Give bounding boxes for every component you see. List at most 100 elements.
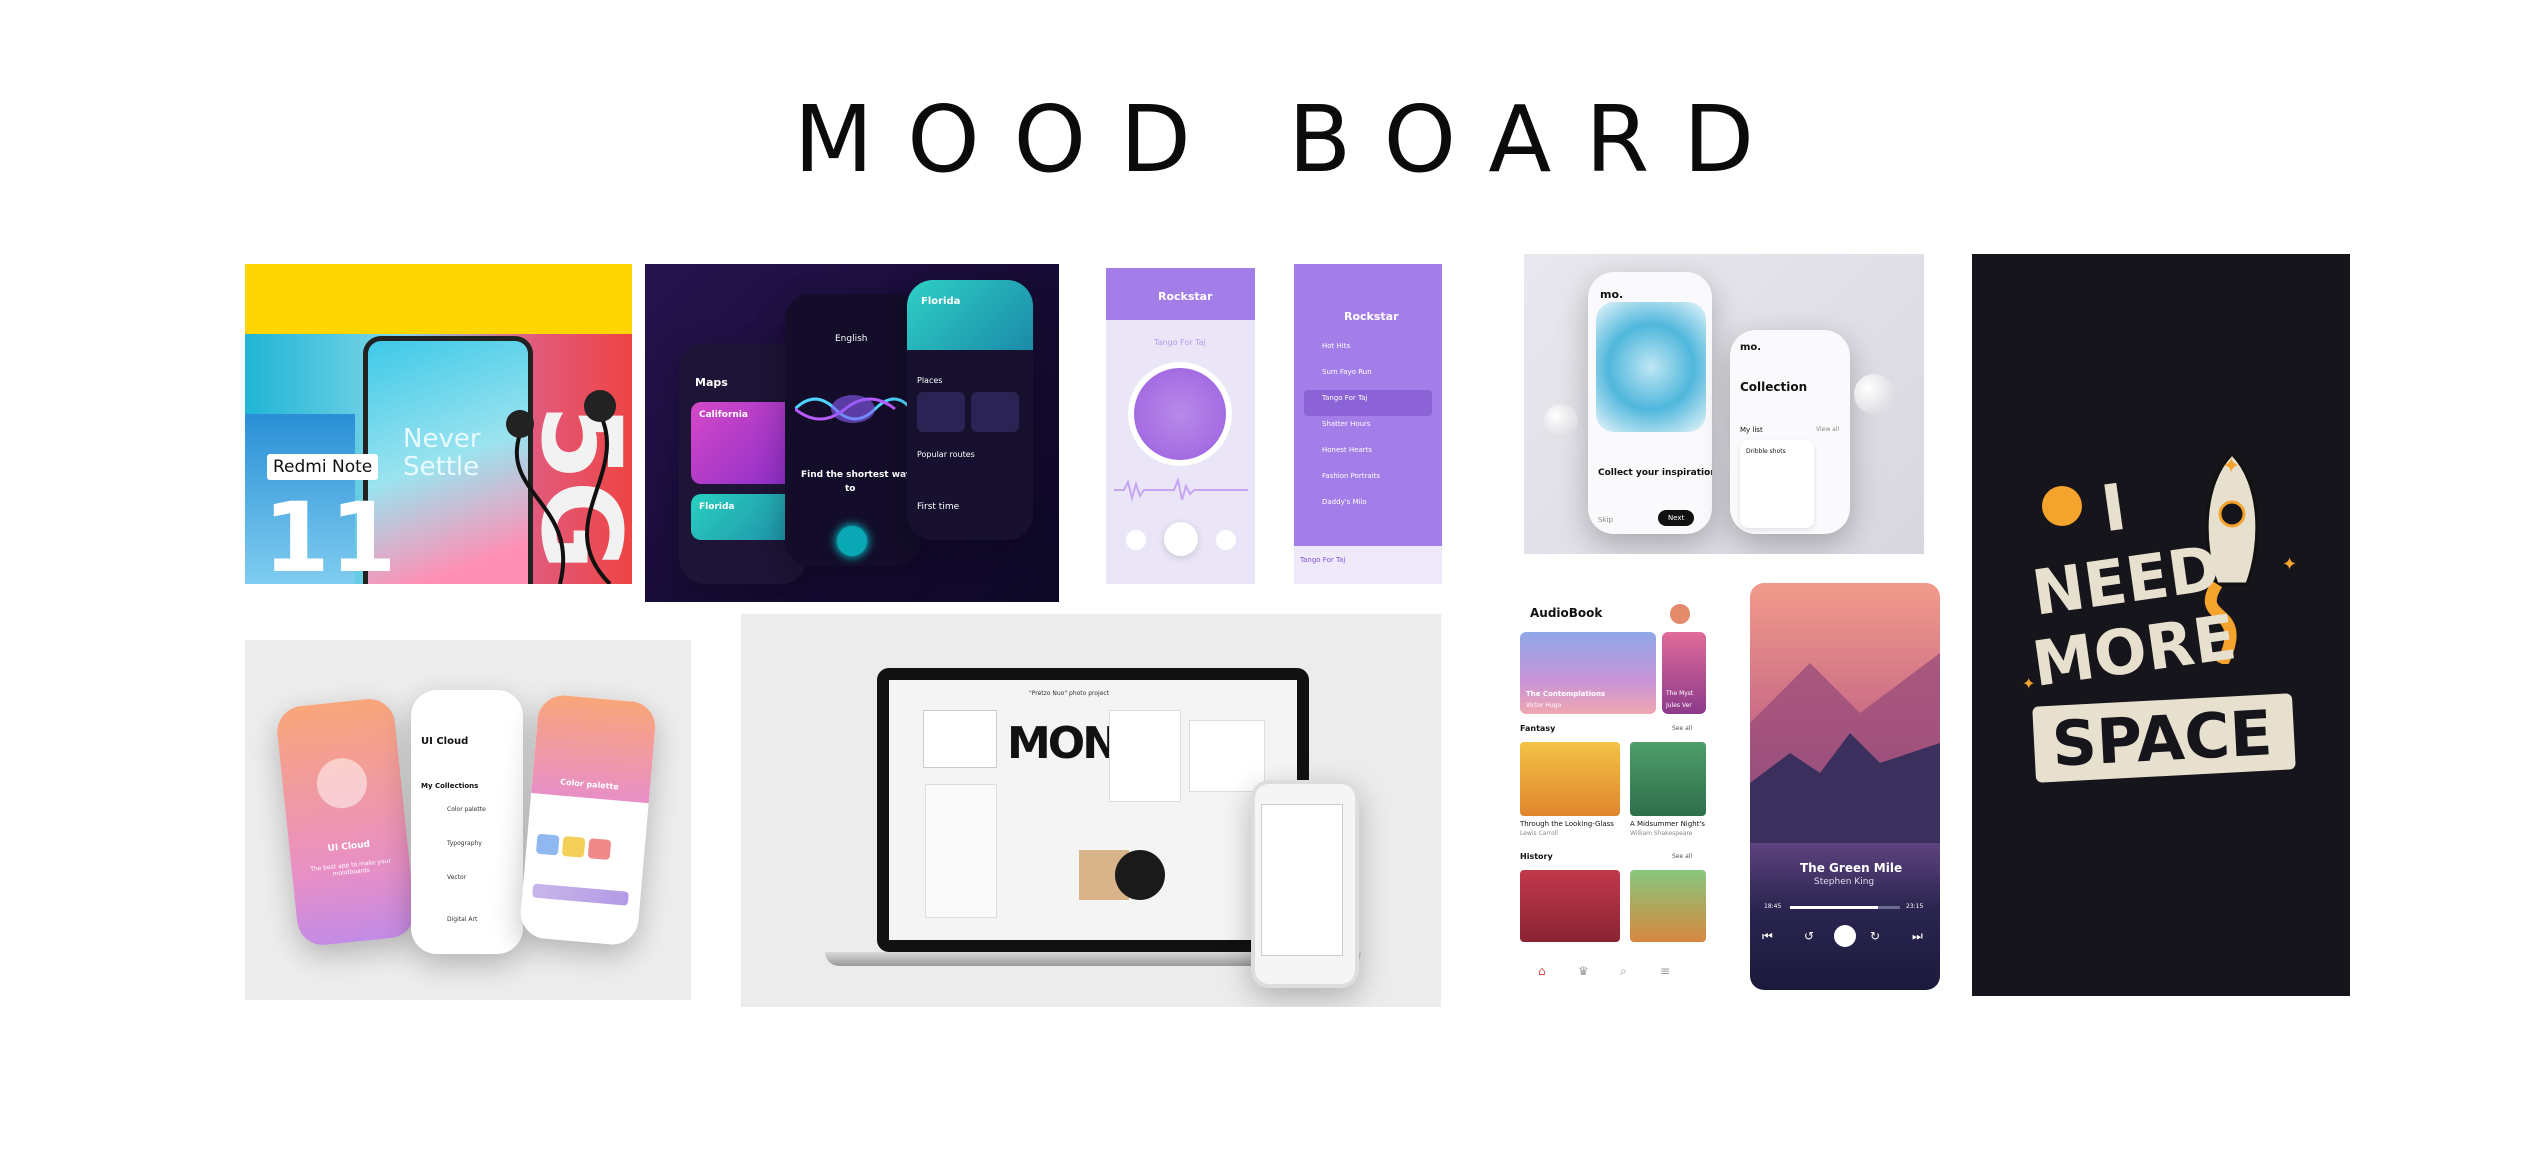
- skip-link[interactable]: Skip: [1598, 516, 1613, 524]
- onboarding-headline: Collect your inspiration: [1598, 468, 1712, 478]
- song-row[interactable]: Fashion Portraits: [1304, 468, 1432, 494]
- ui-cloud-splash: UI Cloud The best app to make your moodb…: [274, 696, 418, 948]
- avatar[interactable]: [1670, 604, 1690, 624]
- city-florida-1: Florida: [699, 502, 735, 512]
- prev-button[interactable]: [1126, 530, 1146, 550]
- featured-title-2: The Myst: [1666, 690, 1694, 697]
- song-row[interactable]: Honest Hearts: [1304, 442, 1432, 468]
- space-poster-tile: I NEED MORE SPACE ✦ ✦ ✦: [1972, 254, 2350, 996]
- star-icon: ✦: [2282, 554, 2298, 575]
- star-icon: ✦: [2222, 454, 2241, 479]
- mo-app-tile: mo. Collect your inspiration Skip Next m…: [1524, 254, 1924, 554]
- skip-forward-icon[interactable]: ⏭: [1912, 929, 1923, 944]
- mo-phone-collection: mo. Collection My list View all Dribble …: [1730, 330, 1850, 534]
- brand-label: Redmi Note: [267, 454, 379, 480]
- section-history: History: [1520, 852, 1553, 861]
- collection-item-2[interactable]: Typography: [447, 840, 482, 847]
- song-row[interactable]: Hot Hits: [1304, 338, 1432, 364]
- next-button[interactable]: Next: [1658, 510, 1695, 526]
- rewind-icon[interactable]: ↺: [1804, 929, 1814, 943]
- prompt-line-2: to: [845, 484, 856, 494]
- laptop-tile: "Pretzo Nuo" photo project MONK: [741, 614, 1441, 1007]
- rockstar-app-title: Rockstar: [1158, 290, 1213, 303]
- featured-author-2: Jules Ver: [1666, 702, 1692, 709]
- song-row[interactable]: Shatter Hours: [1304, 416, 1432, 442]
- audiobook-title: AudioBook: [1530, 606, 1603, 620]
- section-fantasy: Fantasy: [1520, 724, 1556, 733]
- poster-line-1: I: [2096, 470, 2131, 548]
- album-art: [1134, 368, 1226, 460]
- planet-icon: [2042, 486, 2082, 526]
- star-icon: ✦: [2022, 674, 2036, 693]
- song-row-active[interactable]: Tango For Taj: [1304, 390, 1432, 416]
- mini-player-track: Tango For Taj: [1300, 556, 1346, 564]
- progress-bar[interactable]: [1790, 906, 1900, 909]
- book-cover-1[interactable]: [1520, 742, 1620, 816]
- forward-icon[interactable]: ↻: [1870, 929, 1880, 943]
- list-title: Rockstar: [1344, 310, 1399, 323]
- poster-line-4: SPACE: [2050, 696, 2275, 781]
- book-title-1: Through the Looking-Glass: [1520, 820, 1614, 828]
- places-label: Places: [917, 376, 943, 385]
- book-author-1: Lewis Carroll: [1520, 830, 1559, 837]
- maps-phone-center: English Find the shortest way to: [785, 294, 921, 566]
- phone-mockup: [1251, 780, 1359, 988]
- next-button[interactable]: [1216, 530, 1236, 550]
- song-row[interactable]: Daddy's Milo: [1304, 494, 1432, 520]
- splash-app-name: UI Cloud: [327, 839, 371, 855]
- song-row[interactable]: Sum Fayo Run: [1304, 364, 1432, 390]
- splash-tagline: The best app to make your moodboards: [309, 857, 392, 878]
- library-icon[interactable]: ♛: [1578, 964, 1589, 978]
- mo-logo-2: mo.: [1740, 342, 1762, 353]
- player-book-title: The Green Mile: [1800, 861, 1903, 875]
- mo-phone-onboarding: mo. Collect your inspiration Skip Next: [1588, 272, 1712, 534]
- collection-item-4[interactable]: Digital Art: [447, 916, 477, 923]
- city-florida-2: Florida: [921, 296, 961, 307]
- elapsed-time: 18:45: [1764, 903, 1782, 910]
- ui-cloud-home: UI Cloud My Collections Color palette Ty…: [411, 690, 523, 954]
- menu-icon[interactable]: ≡: [1660, 964, 1670, 978]
- see-all-history[interactable]: See all: [1672, 853, 1692, 860]
- model-number: 11: [263, 482, 397, 584]
- waveform-icon: [1114, 478, 1248, 502]
- see-all-fantasy[interactable]: See all: [1672, 725, 1692, 732]
- maps-phone-right: Florida Places Popular routes First time: [907, 280, 1033, 540]
- total-time: 23:15: [1906, 903, 1924, 910]
- mo-logo: mo.: [1600, 288, 1624, 301]
- audiobook-player-tile: The Green Mile Stephen King 18:45 23:15 …: [1750, 583, 1940, 990]
- play-button[interactable]: [1834, 925, 1856, 947]
- collection-title: Collection: [1740, 380, 1808, 394]
- pause-button[interactable]: [1164, 522, 1198, 556]
- skip-back-icon[interactable]: ⏮: [1762, 929, 1773, 944]
- home-icon[interactable]: ⌂: [1538, 964, 1546, 978]
- book-cover-2[interactable]: [1630, 742, 1706, 816]
- ui-cloud-tile: UI Cloud The best app to make your moodb…: [245, 640, 691, 1000]
- featured-author-1: Victor Hugo: [1526, 702, 1562, 709]
- collections-label: My Collections: [421, 782, 479, 790]
- rockstar-player-tile: Rockstar Tango For Taj: [1106, 268, 1255, 584]
- prompt-line-1: Find the shortest way: [801, 470, 912, 480]
- book-cover-4[interactable]: [1630, 870, 1706, 942]
- maps-title: Maps: [695, 376, 728, 389]
- collection-item-1[interactable]: Color palette: [447, 806, 486, 813]
- my-list-label: My list: [1740, 426, 1763, 434]
- maps-tile: Maps California Florida English Find the…: [645, 264, 1059, 602]
- book-cover-3[interactable]: [1520, 870, 1620, 942]
- audiobook-tile: AudioBook The Contemplations Victor Hugo…: [1510, 590, 1706, 990]
- view-all-link[interactable]: View all: [1816, 426, 1839, 433]
- book-title-2: A Midsummer Night's: [1630, 820, 1705, 828]
- mic-button[interactable]: [837, 526, 867, 556]
- featured-title-1: The Contemplations: [1526, 690, 1606, 698]
- page-title: MOOD BOARD: [793, 86, 1789, 193]
- card-title: Dribble shots: [1746, 448, 1786, 455]
- progress-fill: [1790, 906, 1878, 909]
- collection-item-3[interactable]: Vector: [447, 874, 466, 881]
- search-icon[interactable]: ⌕: [1620, 964, 1627, 979]
- popular-routes-label: Popular routes: [917, 450, 975, 459]
- voice-wave-icon: [795, 395, 911, 423]
- ui-cloud-palette: Color palette: [518, 693, 658, 947]
- first-time-label: First time: [917, 502, 960, 512]
- city-california: California: [699, 410, 748, 420]
- language-label: English: [835, 334, 868, 344]
- landscape-illustration: [1750, 653, 1940, 843]
